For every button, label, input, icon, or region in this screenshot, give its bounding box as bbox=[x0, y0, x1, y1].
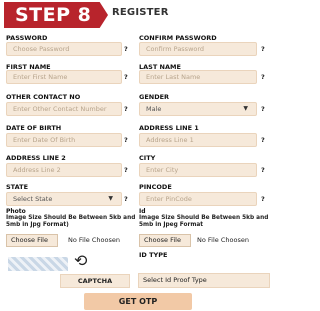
id-file-status: No File Choosen bbox=[197, 236, 249, 244]
other-contact-label: OTHER CONTACT NO bbox=[6, 93, 81, 101]
city-label: CITY bbox=[139, 154, 156, 162]
pincode-input[interactable]: Enter PinCode bbox=[139, 192, 257, 206]
confirm-password-help-icon[interactable]: ? bbox=[261, 45, 265, 53]
gender-value: Male bbox=[146, 105, 162, 113]
refresh-icon[interactable]: ⟲ bbox=[74, 252, 87, 270]
captcha-input[interactable]: CAPTCHA bbox=[60, 274, 130, 288]
confirm-password-label: CONFIRM PASSWORD bbox=[139, 34, 217, 42]
state-help-icon[interactable]: ? bbox=[124, 195, 128, 203]
dob-help-icon[interactable]: ? bbox=[124, 136, 128, 144]
other-contact-help-icon[interactable]: ? bbox=[124, 105, 128, 113]
first-name-input[interactable]: Enter First Name bbox=[6, 70, 122, 84]
state-select[interactable]: Select State ▼ bbox=[6, 192, 122, 206]
step-ribbon: STEP 8 bbox=[4, 2, 108, 28]
dropdown-arrow-icon: ▼ bbox=[243, 105, 248, 112]
address1-input[interactable]: Address Line 1 bbox=[139, 133, 257, 147]
state-label: STATE bbox=[6, 183, 29, 191]
password-label: PASSWORD bbox=[6, 34, 48, 42]
address2-label: ADDRESS LINE 2 bbox=[6, 154, 66, 162]
dob-label: DATE OF BIRTH bbox=[6, 124, 62, 132]
dropdown-arrow-icon: ▼ bbox=[108, 195, 113, 202]
id-type-label: ID TYPE bbox=[139, 251, 168, 259]
photo-choose-file-button[interactable]: Choose File bbox=[6, 234, 58, 247]
id-type-select[interactable]: Select Id Proof Type bbox=[138, 273, 270, 288]
other-contact-input[interactable]: Enter Other Contact Number bbox=[6, 102, 122, 116]
city-help-icon[interactable]: ? bbox=[261, 166, 265, 174]
photo-size-note: Image Size Should Be Between 5kb and 5mb… bbox=[6, 215, 136, 228]
address2-input[interactable]: Address Line 2 bbox=[6, 163, 122, 177]
dob-input[interactable]: Enter Date Of Birth bbox=[6, 133, 122, 147]
address1-help-icon[interactable]: ? bbox=[261, 136, 265, 144]
city-input[interactable]: Enter City bbox=[139, 163, 257, 177]
id-choose-file-button[interactable]: Choose File bbox=[139, 234, 191, 247]
password-help-icon[interactable]: ? bbox=[124, 45, 128, 53]
gender-select[interactable]: Male ▼ bbox=[139, 102, 257, 116]
state-value: Select State bbox=[13, 195, 53, 203]
gender-help-icon[interactable]: ? bbox=[261, 105, 265, 113]
pincode-help-icon[interactable]: ? bbox=[261, 195, 265, 203]
confirm-password-input[interactable]: Confirm Password bbox=[139, 42, 257, 56]
gender-label: GENDER bbox=[139, 93, 170, 101]
photo-file-status: No File Choosen bbox=[68, 236, 120, 244]
captcha-image bbox=[8, 257, 68, 271]
get-otp-button[interactable]: GET OTP bbox=[84, 293, 192, 310]
page-title: REGISTER bbox=[112, 7, 169, 18]
last-name-help-icon[interactable]: ? bbox=[261, 73, 265, 81]
password-input[interactable]: Choose Password bbox=[6, 42, 122, 56]
page-header: STEP 8 REGISTER bbox=[0, 0, 275, 30]
pincode-label: PINCODE bbox=[139, 183, 172, 191]
last-name-input[interactable]: Enter Last Name bbox=[139, 70, 257, 84]
first-name-help-icon[interactable]: ? bbox=[124, 73, 128, 81]
id-size-note: Image Size Should Be Between 5kb and 5mb… bbox=[139, 215, 269, 228]
address1-label: ADDRESS LINE 1 bbox=[139, 124, 199, 132]
address2-help-icon[interactable]: ? bbox=[124, 166, 128, 174]
